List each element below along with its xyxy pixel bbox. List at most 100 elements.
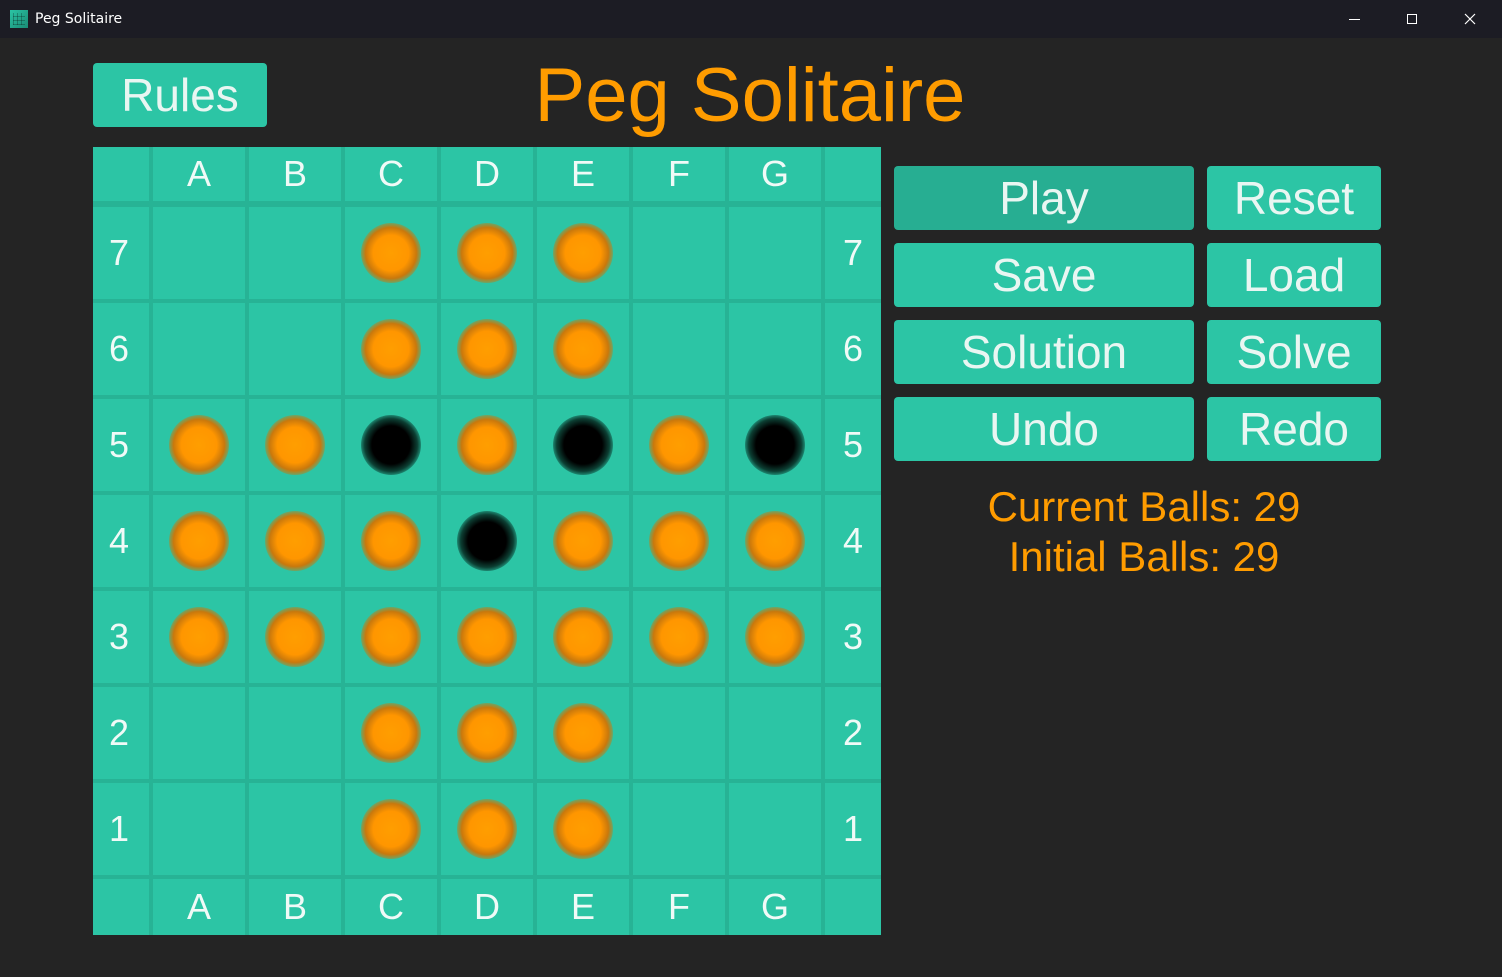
redo-button[interactable]: Redo xyxy=(1207,397,1381,461)
peg-ball[interactable] xyxy=(553,223,613,283)
board-corner xyxy=(825,147,881,201)
board-label: 6 xyxy=(842,328,864,369)
peg-ball[interactable] xyxy=(649,511,709,571)
board-cell-d1[interactable] xyxy=(441,783,533,875)
board-cell-c1[interactable] xyxy=(345,783,437,875)
solve-button[interactable]: Solve xyxy=(1207,320,1381,384)
board-cell-e3[interactable] xyxy=(537,591,629,683)
peg-ball[interactable] xyxy=(649,607,709,667)
peg-ball[interactable] xyxy=(745,511,805,571)
peg-ball[interactable] xyxy=(553,511,613,571)
board-cell-e5[interactable] xyxy=(537,399,629,491)
peg-ball[interactable] xyxy=(361,703,421,763)
board-cell-d4[interactable] xyxy=(441,495,533,587)
save-button[interactable]: Save xyxy=(894,243,1194,307)
peg-ball[interactable] xyxy=(361,607,421,667)
solution-button[interactable]: Solution xyxy=(894,320,1194,384)
empty-hole[interactable] xyxy=(361,415,421,475)
row-footer-4: 4 xyxy=(825,495,881,587)
board-cell-g7 xyxy=(729,207,821,299)
board-cell-c7[interactable] xyxy=(345,207,437,299)
board-cell-d5[interactable] xyxy=(441,399,533,491)
board-cell-d3[interactable] xyxy=(441,591,533,683)
play-button[interactable]: Play xyxy=(894,166,1194,230)
close-button[interactable] xyxy=(1441,0,1499,38)
peg-ball[interactable] xyxy=(553,799,613,859)
peg-ball[interactable] xyxy=(265,511,325,571)
board-cell-b5[interactable] xyxy=(249,399,341,491)
peg-ball[interactable] xyxy=(649,415,709,475)
board-cell-a5[interactable] xyxy=(153,399,245,491)
board-cell-c6[interactable] xyxy=(345,303,437,395)
board-cell-c2[interactable] xyxy=(345,687,437,779)
load-button[interactable]: Load xyxy=(1207,243,1381,307)
board-cell-g1 xyxy=(729,783,821,875)
board-label: B xyxy=(282,886,307,927)
window-titlebar: Peg Solitaire xyxy=(0,0,1502,38)
empty-hole[interactable] xyxy=(457,511,517,571)
reset-button[interactable]: Reset xyxy=(1207,166,1381,230)
board-label: 2 xyxy=(842,712,864,753)
peg-ball[interactable] xyxy=(457,319,517,379)
empty-hole[interactable] xyxy=(553,415,613,475)
peg-ball[interactable] xyxy=(361,799,421,859)
board-cell-f5[interactable] xyxy=(633,399,725,491)
board-cell-c5[interactable] xyxy=(345,399,437,491)
peg-ball[interactable] xyxy=(361,319,421,379)
column-footer-g: G xyxy=(729,879,821,935)
board-cell-g5[interactable] xyxy=(729,399,821,491)
board-cell-d6[interactable] xyxy=(441,303,533,395)
peg-ball[interactable] xyxy=(457,799,517,859)
row-footer-2: 2 xyxy=(825,687,881,779)
board-cell-c3[interactable] xyxy=(345,591,437,683)
minimize-button[interactable] xyxy=(1325,0,1383,38)
peg-ball[interactable] xyxy=(457,415,517,475)
board-cell-e4[interactable] xyxy=(537,495,629,587)
peg-ball[interactable] xyxy=(265,415,325,475)
peg-ball[interactable] xyxy=(457,607,517,667)
board-cell-g3[interactable] xyxy=(729,591,821,683)
peg-ball[interactable] xyxy=(169,415,229,475)
board-cell-e2[interactable] xyxy=(537,687,629,779)
board-cell-b4[interactable] xyxy=(249,495,341,587)
board-label: E xyxy=(570,886,595,927)
peg-ball[interactable] xyxy=(457,703,517,763)
row-header-5: 5 xyxy=(93,399,149,491)
board-label: A xyxy=(186,153,211,194)
peg-ball[interactable] xyxy=(169,607,229,667)
peg-ball[interactable] xyxy=(265,607,325,667)
rules-button[interactable]: Rules xyxy=(93,63,267,127)
board-cell-e7[interactable] xyxy=(537,207,629,299)
board-corner xyxy=(93,147,149,201)
board-cell-f4[interactable] xyxy=(633,495,725,587)
peg-ball[interactable] xyxy=(169,511,229,571)
board-cell-e1[interactable] xyxy=(537,783,629,875)
board-cell-a4[interactable] xyxy=(153,495,245,587)
board-cell-e6[interactable] xyxy=(537,303,629,395)
maximize-button[interactable] xyxy=(1383,0,1441,38)
board-cell-f3[interactable] xyxy=(633,591,725,683)
peg-ball[interactable] xyxy=(553,319,613,379)
column-header-b: B xyxy=(249,147,341,201)
peg-ball[interactable] xyxy=(553,607,613,667)
column-header-g: G xyxy=(729,147,821,201)
undo-button[interactable]: Undo xyxy=(894,397,1194,461)
board-cell-a3[interactable] xyxy=(153,591,245,683)
window-title: Peg Solitaire xyxy=(35,11,123,27)
board-cell-g4[interactable] xyxy=(729,495,821,587)
peg-ball[interactable] xyxy=(361,511,421,571)
row-header-6: 6 xyxy=(93,303,149,395)
row-header-1: 1 xyxy=(93,783,149,875)
board-cell-c4[interactable] xyxy=(345,495,437,587)
board-label: F xyxy=(668,153,690,194)
peg-ball[interactable] xyxy=(361,223,421,283)
empty-hole[interactable] xyxy=(745,415,805,475)
board-cell-b3[interactable] xyxy=(249,591,341,683)
board-cell-f6 xyxy=(633,303,725,395)
row-footer-5: 5 xyxy=(825,399,881,491)
board-cell-d7[interactable] xyxy=(441,207,533,299)
board-cell-d2[interactable] xyxy=(441,687,533,779)
peg-ball[interactable] xyxy=(745,607,805,667)
peg-ball[interactable] xyxy=(457,223,517,283)
peg-ball[interactable] xyxy=(553,703,613,763)
